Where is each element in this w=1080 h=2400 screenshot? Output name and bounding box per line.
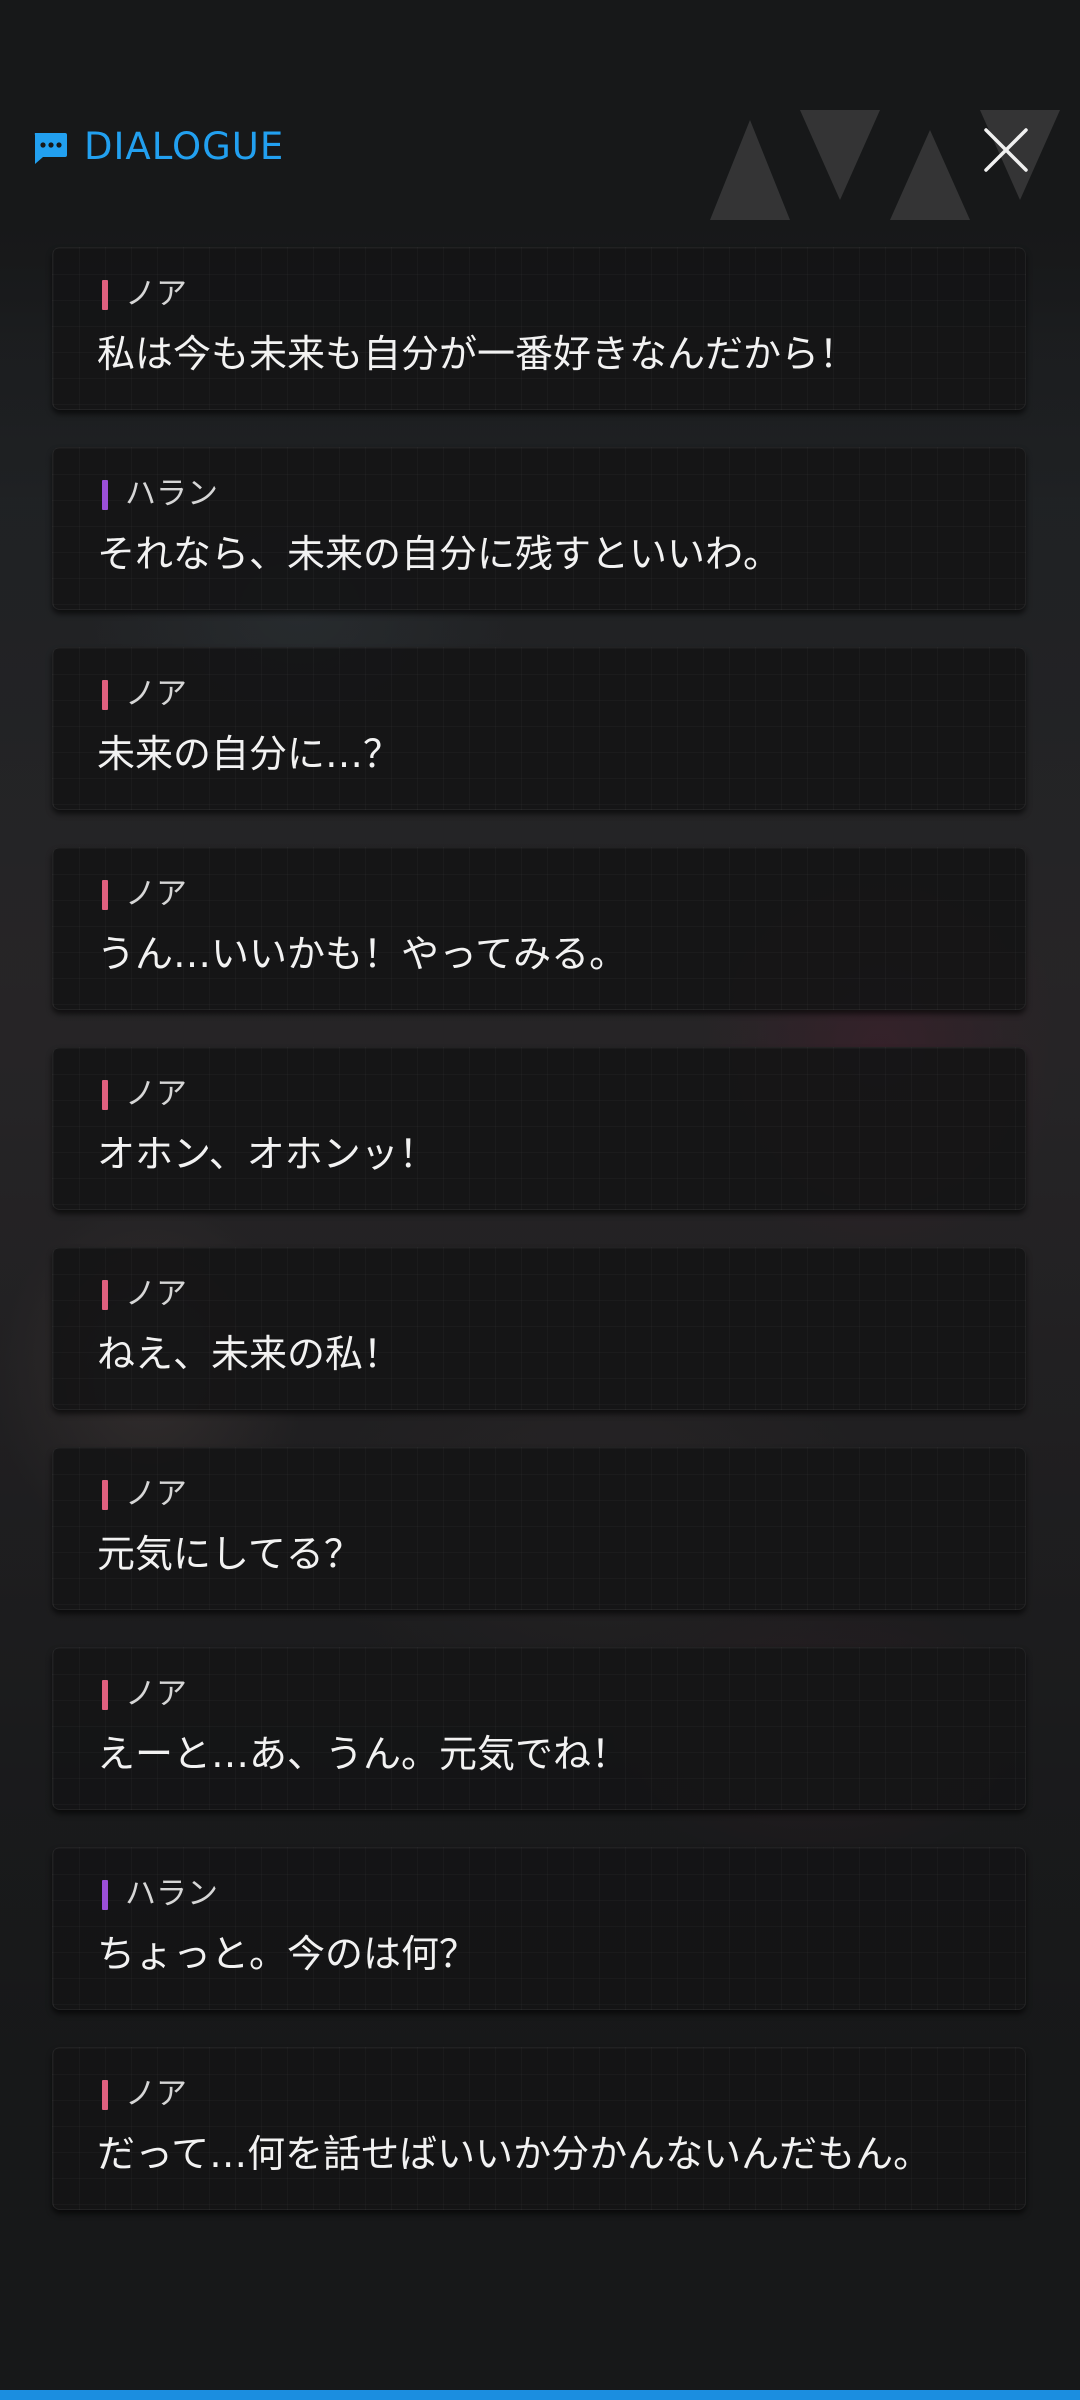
close-button[interactable] xyxy=(978,122,1034,178)
dialogue-text: 私は今も未来も自分が一番好きなんだから！ xyxy=(97,332,858,376)
speaker-color-bar xyxy=(102,1880,108,1910)
speaker-name: ノア xyxy=(125,1476,187,1512)
dialogue-entry: ハラン ちょっと。今のは何？ xyxy=(52,1847,1026,2010)
dialogue-list[interactable]: ノア 私は今も未来も自分が一番好きなんだから！ ハラン それなら、未来の自分に残… xyxy=(52,247,1026,2247)
speaker-color-bar xyxy=(102,1680,108,1710)
bottom-accent-bar xyxy=(0,2390,1080,2400)
speaker-name: ノア xyxy=(125,2076,187,2112)
dialogue-entry: ノア 未来の自分に…？ xyxy=(52,647,1026,810)
dialogue-text: ちょっと。今のは何？ xyxy=(97,1932,478,1976)
dialogue-entry: ノア えーと…あ、うん。元気でね！ xyxy=(52,1647,1026,1810)
speaker-name: ノア xyxy=(125,676,187,712)
dialogue-header: DIALOGUE xyxy=(0,110,1080,190)
speaker-color-bar xyxy=(102,1080,108,1110)
dialogue-text: 元気にしてる？ xyxy=(97,1532,362,1576)
dialogue-entry: ハラン それなら、未来の自分に残すといいわ。 xyxy=(52,447,1026,610)
speaker-color-bar xyxy=(102,1480,108,1510)
speaker-name: ハラン xyxy=(125,476,218,512)
speaker-name: ノア xyxy=(125,1076,187,1112)
dialogue-entry: ノア 元気にしてる？ xyxy=(52,1447,1026,1610)
dialogue-text: えーと…あ、うん。元気でね！ xyxy=(97,1732,630,1776)
dialogue-text: それなら、未来の自分に残すといいわ。 xyxy=(97,532,782,576)
speaker-name: ハラン xyxy=(125,1876,218,1912)
dialogue-entry: ノア 私は今も未来も自分が一番好きなんだから！ xyxy=(52,247,1026,410)
dialogue-text: うん…いいかも！やってみる。 xyxy=(97,932,628,976)
chat-bubble-icon xyxy=(34,133,67,164)
speaker-name: ノア xyxy=(125,276,187,312)
speaker-name: ノア xyxy=(125,1676,187,1712)
dialogue-entry: ノア うん…いいかも！やってみる。 xyxy=(52,847,1026,1010)
speaker-color-bar xyxy=(102,280,108,310)
speaker-color-bar xyxy=(102,880,108,910)
dialogue-entry: ノア オホン、オホンッ！ xyxy=(52,1047,1026,1210)
dialogue-text: オホン、オホンッ！ xyxy=(97,1132,437,1176)
dialogue-text: ねえ、未来の私！ xyxy=(97,1332,402,1376)
dialogue-entry: ノア ねえ、未来の私！ xyxy=(52,1247,1026,1410)
dialogue-text: だって…何を話せばいいか分かんないんだもん。 xyxy=(97,2132,932,2176)
speaker-color-bar xyxy=(102,1280,108,1310)
speaker-name: ノア xyxy=(125,1276,187,1312)
dialogue-entry: ノア だって…何を話せばいいか分かんないんだもん。 xyxy=(52,2047,1026,2210)
dialogue-log-screen: DIALOGUE ノア 私は今も未来も自分が一番好きなんだから！ ハラン それな… xyxy=(0,0,1080,2400)
speaker-color-bar xyxy=(102,680,108,710)
speaker-color-bar xyxy=(102,2080,108,2110)
page-title: DIALOGUE xyxy=(84,125,285,168)
close-icon xyxy=(984,128,1028,172)
speaker-color-bar xyxy=(102,480,108,510)
dialogue-text: 未来の自分に…？ xyxy=(97,732,402,776)
speaker-name: ノア xyxy=(125,876,187,912)
